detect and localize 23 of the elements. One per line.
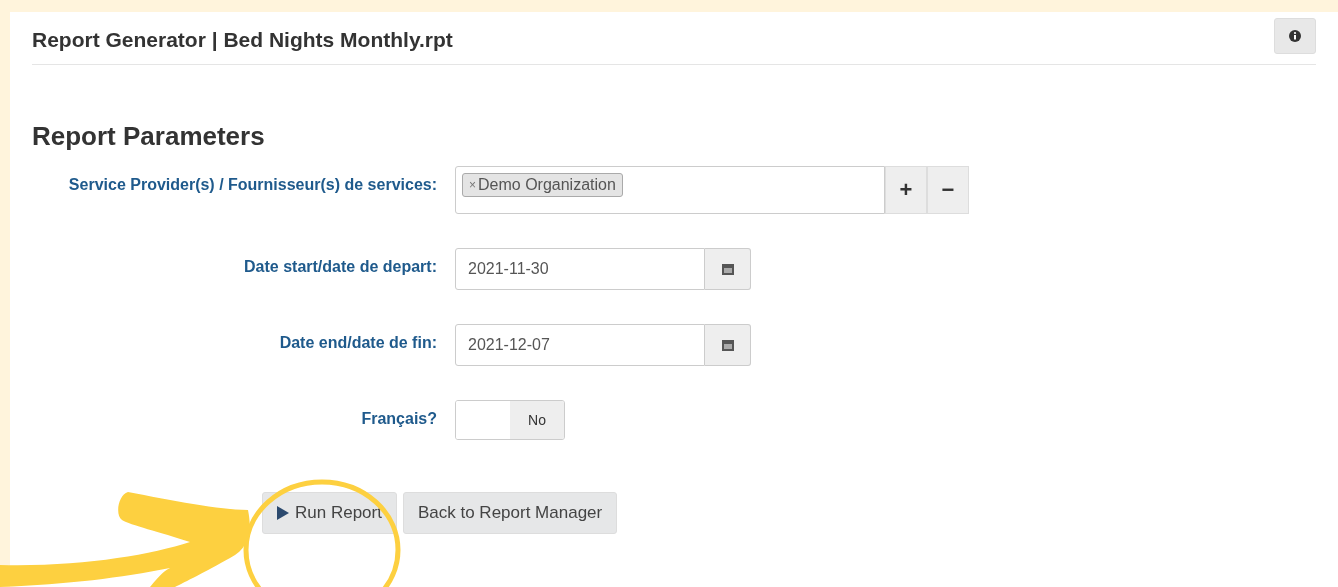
field-label: Date end/date de fin: bbox=[278, 333, 437, 353]
info-icon bbox=[1289, 30, 1301, 42]
section-title: Report Parameters bbox=[32, 121, 266, 152]
page-title: Report Generator | Bed Nights Monthly.rpt bbox=[32, 28, 453, 52]
remove-button[interactable]: − bbox=[927, 166, 969, 214]
toggle-switch[interactable]: No bbox=[455, 400, 565, 440]
field-label: Français? bbox=[360, 409, 437, 429]
date-field[interactable]: 2021-11-30 bbox=[455, 248, 705, 290]
field-label: Date start/date de depart: bbox=[243, 257, 437, 277]
play-icon bbox=[277, 506, 289, 520]
date-field[interactable]: 2021-12-07 bbox=[455, 324, 705, 366]
selected-tag[interactable]: ×Demo Organization bbox=[462, 173, 623, 197]
add-button[interactable]: + bbox=[885, 166, 927, 214]
calendar-icon bbox=[720, 262, 735, 276]
toggle-label: No bbox=[510, 401, 564, 439]
provider-select[interactable]: ×Demo Organization bbox=[455, 166, 885, 214]
run-report-button[interactable]: Run Report bbox=[262, 492, 397, 534]
field-label: Service Provider(s) / Fournisseur(s) de services: bbox=[67, 175, 437, 195]
calendar-button[interactable] bbox=[705, 248, 751, 290]
back-button[interactable]: Back to Report Manager bbox=[402, 492, 618, 534]
info-button[interactable] bbox=[1274, 18, 1316, 54]
calendar-button[interactable] bbox=[705, 324, 751, 366]
calendar-icon bbox=[720, 338, 735, 352]
